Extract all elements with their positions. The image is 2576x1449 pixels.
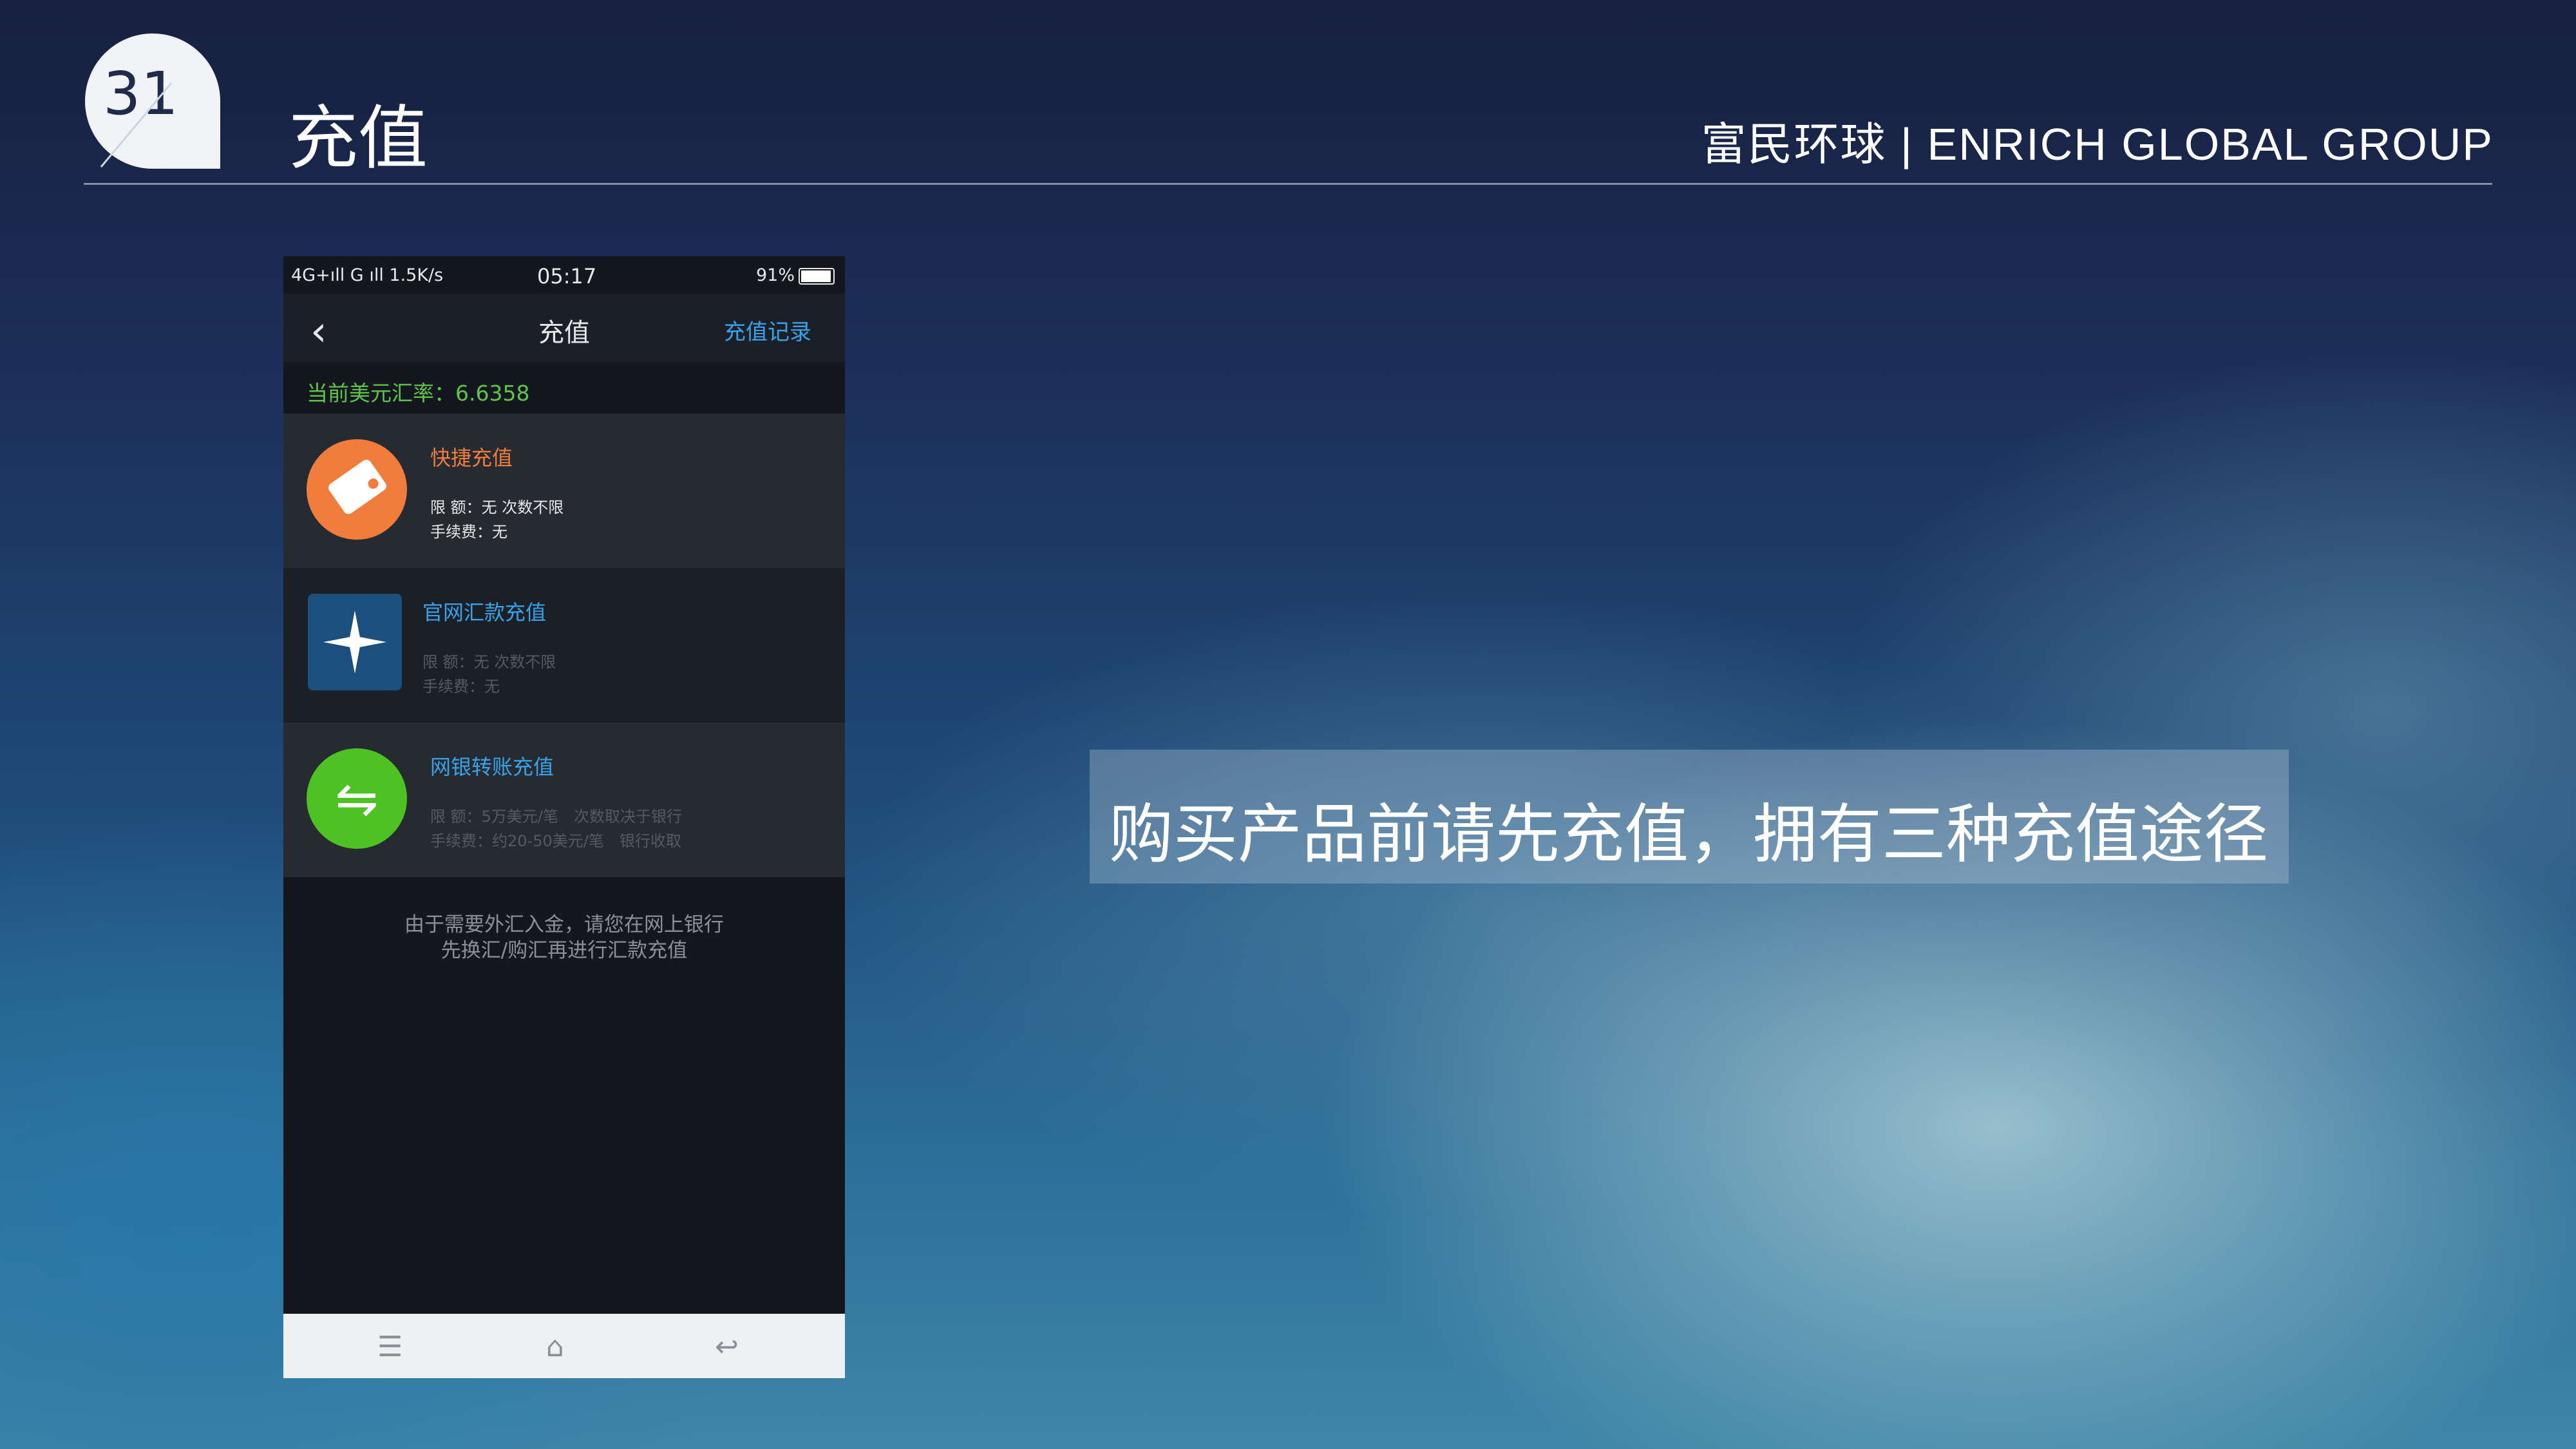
option-title: 快捷充值 [430, 446, 513, 470]
card-icon [307, 439, 407, 540]
home-icon[interactable]: ⌂ [546, 1331, 564, 1363]
callout-box: 购买产品前请先充值，拥有三种充值途径 [1090, 750, 2289, 884]
status-bar: 4G+ıll G ıll 1.5K/s 05:17 91% [283, 256, 845, 294]
battery-icon [799, 267, 835, 285]
option-limit: 限 额：5万美元/笔 次数取决于银行 [430, 808, 682, 826]
system-nav-bar: ☰ ⌂ ↩ [283, 1314, 845, 1378]
option-fee: 手续费：无 [430, 523, 507, 541]
header-divider [84, 183, 2492, 185]
transfer-arrows-icon: ⇋ [307, 748, 407, 849]
option-title: 网银转账充值 [430, 755, 554, 779]
menu-icon[interactable]: ☰ [377, 1331, 402, 1363]
status-time: 05:17 [537, 264, 597, 289]
recharge-history-link[interactable]: 充值记录 [724, 314, 811, 346]
page-title: 充值 [289, 99, 428, 179]
option-limit: 限 额：无 次数不限 [422, 653, 556, 671]
exchange-rate: 当前美元汇率：6.6358 [283, 362, 845, 413]
option-limit: 限 额：无 次数不限 [430, 498, 564, 516]
phone-screenshot: 4G+ıll G ıll 1.5K/s 05:17 91% ‹ 充值 充值记录 … [283, 256, 845, 1378]
battery-status: 91% [756, 265, 835, 285]
sparkle-icon [308, 594, 402, 690]
wire-transfer-option[interactable]: 官网汇款充值 限 额：无 次数不限 手续费：无 [283, 568, 845, 723]
note-line: 由于需要外汇入金，请您在网上银行 [404, 913, 724, 936]
callout-text: 购买产品前请先充值，拥有三种充值途径 [1109, 797, 2268, 872]
brand-name: 富民环球 | ENRICH GLOBAL GROUP [1701, 119, 2494, 169]
recharge-note: 由于需要外汇入金，请您在网上银行 先换汇/购汇再进行汇款充值 [283, 912, 845, 963]
online-banking-option[interactable]: ⇋ 网银转账充值 限 额：5万美元/笔 次数取决于银行 手续费：约20-50美元… [283, 723, 845, 877]
back-return-icon[interactable]: ↩ [715, 1331, 739, 1363]
quick-recharge-option[interactable]: 快捷充值 限 额：无 次数不限 手续费：无 [283, 413, 845, 568]
note-line: 先换汇/购汇再进行汇款充值 [440, 939, 688, 962]
nav-bar: ‹ 充值 充值记录 [283, 294, 845, 362]
option-fee: 手续费：无 [422, 677, 500, 696]
network-status: 4G+ıll G ıll 1.5K/s [291, 265, 444, 285]
option-title: 官网汇款充值 [422, 600, 547, 625]
option-fee: 手续费：约20-50美元/笔 银行收取 [430, 832, 681, 850]
